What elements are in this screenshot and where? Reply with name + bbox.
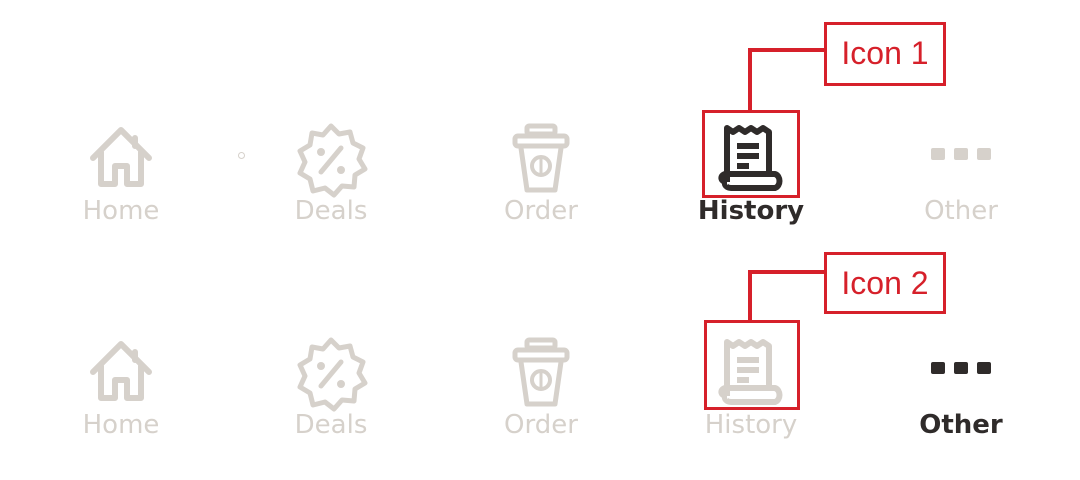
nav-label: Home <box>82 196 160 226</box>
bottom-nav-row-2: Home Deals Order History Other <box>0 334 1080 454</box>
home-icon <box>81 334 161 414</box>
discount-badge-icon <box>291 334 371 414</box>
nav-item-deals[interactable]: Deals <box>256 334 406 454</box>
nav-label: Order <box>504 196 578 226</box>
nav-item-order[interactable]: Order <box>466 334 616 454</box>
nav-item-other[interactable]: Other <box>886 120 1036 240</box>
nav-label: History <box>697 196 805 226</box>
nav-item-home[interactable]: Home <box>46 334 196 454</box>
nav-item-home[interactable]: Home <box>46 120 196 240</box>
discount-badge-icon <box>291 120 371 200</box>
nav-label: Deals <box>294 196 368 226</box>
nav-label: Deals <box>294 410 368 440</box>
nav-item-order[interactable]: Order <box>466 120 616 240</box>
leader-line-icon2-vertical <box>748 270 752 321</box>
nav-item-deals[interactable]: Deals <box>256 120 406 240</box>
annotation-label-icon2: Icon 2 <box>824 252 946 314</box>
leader-line-icon2-horizontal <box>748 270 826 274</box>
highlight-box-icon1 <box>702 110 800 198</box>
annotation-label-icon1: Icon 1 <box>824 22 946 86</box>
coffee-cup-icon <box>501 334 581 414</box>
leader-line-icon1-horizontal <box>748 48 826 52</box>
nav-label: Other <box>924 196 998 226</box>
nav-label: History <box>704 410 798 440</box>
bottom-nav-row-1: Home Deals Order History Other <box>0 120 1080 240</box>
stray-dot <box>238 152 245 159</box>
more-dots-icon <box>921 120 1001 200</box>
nav-label: Home <box>82 410 160 440</box>
highlight-box-icon2 <box>704 320 800 410</box>
nav-label: Other <box>919 410 1003 440</box>
nav-label: Order <box>504 410 578 440</box>
nav-item-other[interactable]: Other <box>886 334 1036 454</box>
coffee-cup-icon <box>501 120 581 200</box>
more-dots-icon <box>921 334 1001 414</box>
leader-line-icon1-vertical <box>748 48 752 111</box>
home-icon <box>81 120 161 200</box>
